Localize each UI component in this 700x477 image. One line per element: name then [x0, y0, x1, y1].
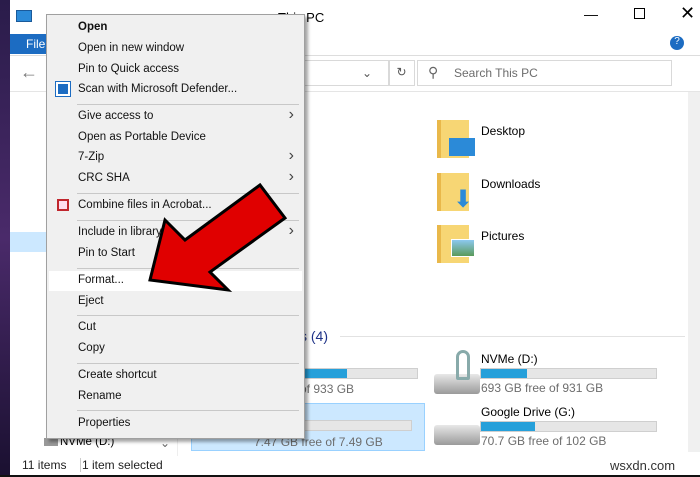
submenu-chevron-icon: ›: [288, 147, 294, 164]
menu-item-label: Rename: [78, 390, 122, 402]
menu-item-open-as-portable-device[interactable]: Open as Portable Device: [49, 128, 302, 148]
search-input[interactable]: Search This PC: [417, 60, 672, 86]
drive-detail: 70.7 GB free of 102 GB: [481, 434, 607, 448]
file-tab[interactable]: File: [10, 34, 50, 54]
address-dropdown-icon[interactable]: ⌄: [362, 66, 372, 80]
red-arrow-annotation: [148, 182, 288, 293]
download-arrow-icon: ⬇: [453, 186, 474, 213]
menu-item-rename[interactable]: Rename: [49, 387, 302, 407]
desktop-edge: [0, 0, 10, 477]
folder-label: Pictures: [481, 229, 525, 243]
header-divider: [340, 336, 685, 337]
menu-separator: [77, 410, 299, 411]
status-bar: 11 items 1 item selected wsxdn.com: [10, 456, 700, 476]
search-icon: ⚲: [428, 64, 439, 80]
menu-separator: [77, 104, 299, 105]
nvme-drive-icon: [44, 438, 58, 446]
defender-shield-icon: [55, 81, 71, 97]
drive-name: NVMe (D:): [481, 352, 538, 366]
picture-icon: [451, 239, 475, 257]
drive-google[interactable]: Google Drive (G:) 70.7 GB free of 102 GB: [432, 403, 662, 449]
menu-item-label: Open as Portable Device: [78, 131, 206, 143]
address-bar[interactable]: [300, 60, 390, 86]
close-button[interactable]: ✕: [680, 3, 695, 24]
drive-usage-bar: [292, 420, 412, 431]
status-divider: [80, 458, 81, 472]
submenu-chevron-icon: ›: [288, 106, 294, 123]
menu-item-properties[interactable]: Properties: [49, 414, 302, 434]
drive-name: Google Drive (G:): [481, 405, 576, 419]
menu-item-label: Eject: [78, 295, 104, 307]
arrow-shape: [148, 182, 288, 293]
folder-label: Desktop: [481, 124, 526, 138]
desktop-screen-icon: [449, 138, 475, 156]
menu-item-label: Scan with Microsoft Defender...: [78, 83, 238, 95]
menu-item-create-shortcut[interactable]: Create shortcut: [49, 366, 302, 386]
menu-item-copy[interactable]: Copy: [49, 339, 302, 359]
drive-detail: 693 GB free of 931 GB: [481, 381, 604, 395]
menu-item-scan-with-microsoft-defender[interactable]: Scan with Microsoft Defender...: [49, 80, 302, 100]
drive-usage-fill: [301, 369, 348, 378]
back-icon[interactable]: ←: [20, 62, 38, 83]
minimize-button[interactable]: —: [584, 6, 598, 22]
menu-item-give-access-to[interactable]: Give access to ›: [49, 106, 302, 127]
drive-usage-bar: [480, 368, 657, 379]
menu-item-open-in-new-window[interactable]: Open in new window: [49, 39, 302, 59]
drive-usage-fill: [481, 422, 536, 431]
menu-item-label: Properties: [78, 417, 131, 429]
menu-item-cut[interactable]: Cut: [49, 318, 302, 338]
menu-item-7-zip[interactable]: 7-Zip ›: [49, 147, 302, 168]
menu-item-label: Pin to Start: [78, 247, 135, 259]
help-icon[interactable]: ?: [670, 36, 684, 50]
menu-item-label: Cut: [78, 321, 96, 333]
menu-item-label: Create shortcut: [78, 369, 157, 381]
scrollbar[interactable]: [688, 92, 700, 452]
watermark: wsxdn.com: [610, 458, 676, 473]
menu-item-label: CRC SHA: [78, 172, 130, 184]
menu-item-label: Give access to: [78, 110, 154, 122]
refresh-button[interactable]: ↻: [388, 60, 415, 86]
menu-item-label: Open in new window: [78, 42, 185, 54]
folder-label: Downloads: [481, 177, 541, 191]
menu-item-label: Open: [78, 21, 108, 33]
menu-item-label: 7-Zip: [78, 151, 105, 163]
menu-item-pin-to-quick-access[interactable]: Pin to Quick access: [49, 60, 302, 80]
drive-nvme[interactable]: NVMe (D:) 693 GB free of 931 GB: [432, 350, 662, 396]
menu-item-label: Pin to Quick access: [78, 63, 179, 75]
computer-icon: [16, 10, 32, 22]
menu-item-label: Copy: [78, 342, 105, 354]
selection-count: 1 item selected: [82, 458, 163, 472]
drive-icon: [434, 425, 480, 445]
drive-detail: of 933 GB: [300, 382, 355, 396]
menu-item-open[interactable]: Open: [49, 18, 302, 38]
drive-usage-bar: [480, 421, 657, 432]
menu-item-label: Format...: [78, 274, 125, 286]
menu-separator: [77, 363, 299, 364]
menu-separator: [77, 315, 299, 316]
drive-usage-fill: [481, 369, 527, 378]
item-count: 11 items: [22, 458, 67, 472]
acrobat-icon: [57, 199, 69, 211]
drive-usage-bar: [300, 368, 418, 379]
lock-icon: [456, 350, 470, 380]
maximize-button[interactable]: [634, 8, 645, 19]
